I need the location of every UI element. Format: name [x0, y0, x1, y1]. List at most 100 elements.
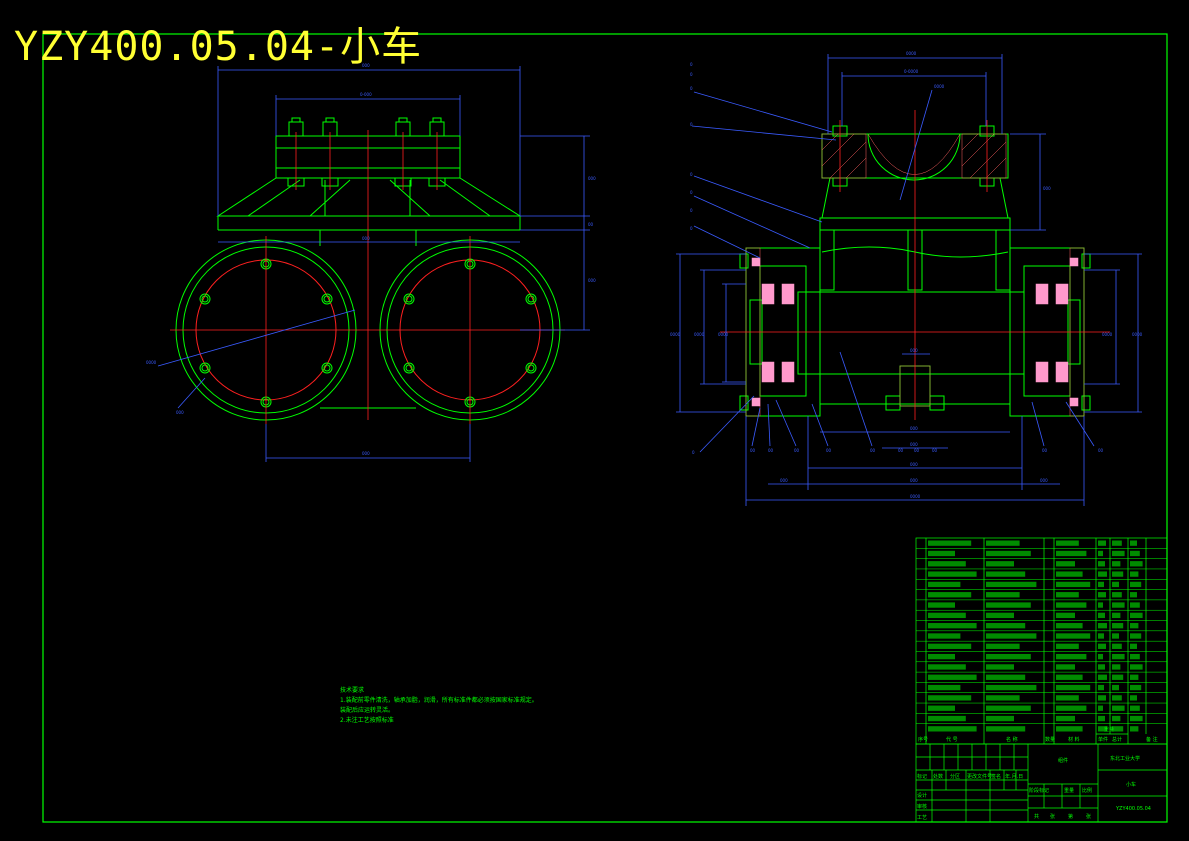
left-centerlines: [170, 130, 565, 424]
parts-cell-text: [1056, 550, 1087, 557]
svg-text:0: 0: [690, 226, 693, 231]
parts-cell-text: [1056, 695, 1079, 701]
header-unit: 单件: [1098, 736, 1108, 743]
top-bolts: [287, 117, 446, 187]
role-process: 工艺: [917, 815, 927, 821]
svg-text:00: 00: [932, 448, 938, 453]
parts-cell-text: [1130, 695, 1137, 701]
svg-text:000: 000: [1043, 186, 1051, 191]
svg-text:0000: 0000: [934, 84, 945, 89]
svg-text:00: 00: [1042, 448, 1048, 453]
parts-cell-text: [1098, 571, 1107, 577]
parts-cell-text: [1130, 726, 1139, 732]
parts-cell-text: [1130, 653, 1140, 660]
svg-text:000: 000: [1040, 478, 1048, 483]
parts-cell-text: [1056, 581, 1091, 588]
parts-cell-text: [1098, 602, 1103, 608]
parts-cell-text: [1112, 592, 1122, 598]
parts-cell-text: [1130, 664, 1143, 670]
parts-cell-text: [928, 561, 966, 567]
svg-text:00: 00: [588, 222, 594, 227]
parts-cell-text: [1056, 643, 1079, 649]
svg-text:0000: 0000: [146, 360, 157, 365]
parts-cell-text: [1130, 571, 1139, 577]
svg-text:00: 00: [914, 448, 920, 453]
parts-cell-text: [928, 581, 961, 588]
svg-text:0: 0: [690, 190, 693, 195]
header-name: 名 称: [1006, 736, 1018, 743]
parts-cell-text: [1112, 602, 1125, 608]
parts-cell-text: [1056, 664, 1075, 670]
parts-cell-text: [1130, 581, 1142, 588]
parts-cell-text: [1098, 592, 1106, 598]
svg-text:00: 00: [1098, 448, 1104, 453]
svg-text:000: 000: [362, 451, 370, 456]
parts-cell-text: [1098, 561, 1105, 567]
parts-cell-text: [1112, 643, 1122, 649]
right-centerlines: [720, 110, 1110, 420]
parts-cell-text: [1112, 581, 1119, 588]
parts-cell-text: [1130, 561, 1143, 567]
notes-line-1: 1.装配前零件清洗，轴承加脂，润滑，所有标准件都必须按国家标准规定。: [340, 697, 538, 704]
sign-change: 更改文件号: [967, 773, 992, 780]
svg-text:00: 00: [870, 448, 876, 453]
svg-text:000: 000: [588, 176, 596, 181]
parts-cell-text: [1112, 684, 1119, 691]
parts-cell-text: [986, 664, 1014, 670]
parts-cell-text: [1056, 571, 1083, 577]
svg-text:0-000: 0-000: [360, 92, 372, 97]
parts-cell-text: [1098, 612, 1105, 619]
parts-cell-text: [1130, 705, 1140, 711]
drawing-title: YZY400.05.04-小车: [14, 24, 423, 70]
notes-heading: 技术要求: [340, 687, 365, 694]
notes-line-3: 2.未注工艺按照标准: [340, 717, 394, 724]
svg-text:0000: 0000: [670, 332, 681, 337]
parts-cell-text: [1130, 715, 1143, 722]
header-total: 总计: [1112, 736, 1122, 743]
left-dimensions: [157, 66, 590, 462]
parts-cell-text: [1130, 674, 1139, 680]
parts-cell-text: [1098, 715, 1105, 722]
parts-cell-text: [1098, 674, 1107, 680]
parts-cell-text: [1098, 540, 1106, 546]
svg-text:0000: 0000: [1132, 332, 1143, 337]
parts-cell-text: [1098, 633, 1104, 639]
stage-weight: 重量: [1064, 787, 1074, 794]
parts-cell-text: [1056, 623, 1083, 629]
parts-cell-text: [986, 705, 1031, 711]
parts-cell-text: [1112, 705, 1125, 711]
parts-cell-text: [1056, 726, 1083, 732]
role-design: 设计: [917, 792, 927, 799]
parts-cell-text: [1130, 623, 1139, 629]
parts-cell-text: [1130, 643, 1137, 649]
parts-cell-text: [928, 664, 966, 670]
parts-cell-text: [928, 726, 977, 732]
svg-text:00: 00: [768, 448, 774, 453]
parts-cell-text: [1056, 684, 1091, 691]
svg-text:000: 000: [910, 442, 918, 447]
title-block-texts: 东北工业大学 小车 YZY400.05.04 组件 序号 代 号 名 称 数量 …: [917, 726, 1158, 821]
parts-cell-text: [1056, 592, 1079, 598]
parts-cell-text: [928, 540, 972, 546]
svg-text:0000: 0000: [718, 332, 729, 337]
parts-cell-text: [1098, 623, 1107, 629]
parts-cell-text: [928, 592, 972, 598]
stage-mark: 阶段标记: [1029, 787, 1049, 794]
parts-cell-text: [1112, 674, 1124, 680]
parts-cell-text: [928, 602, 955, 608]
svg-text:0000: 0000: [1102, 332, 1113, 337]
part-leaders: [691, 91, 1095, 453]
svg-text:000: 000: [910, 478, 918, 483]
parts-cell-text: [1112, 540, 1122, 546]
drawing-name: 小车: [1126, 781, 1136, 788]
parts-cell-text: [986, 540, 1020, 546]
svg-text:0: 0: [690, 72, 693, 77]
role-review: 审核: [917, 803, 927, 810]
svg-text:000: 000: [176, 410, 184, 415]
notes-line-2: 装配后应运转灵活。: [340, 707, 395, 714]
parts-cell-text: [986, 623, 1026, 629]
sign-count: 处数: [933, 773, 943, 780]
company-name: 东北工业大学: [1110, 755, 1140, 762]
parts-cell-text: [986, 581, 1037, 588]
svg-text:000: 000: [362, 236, 370, 241]
